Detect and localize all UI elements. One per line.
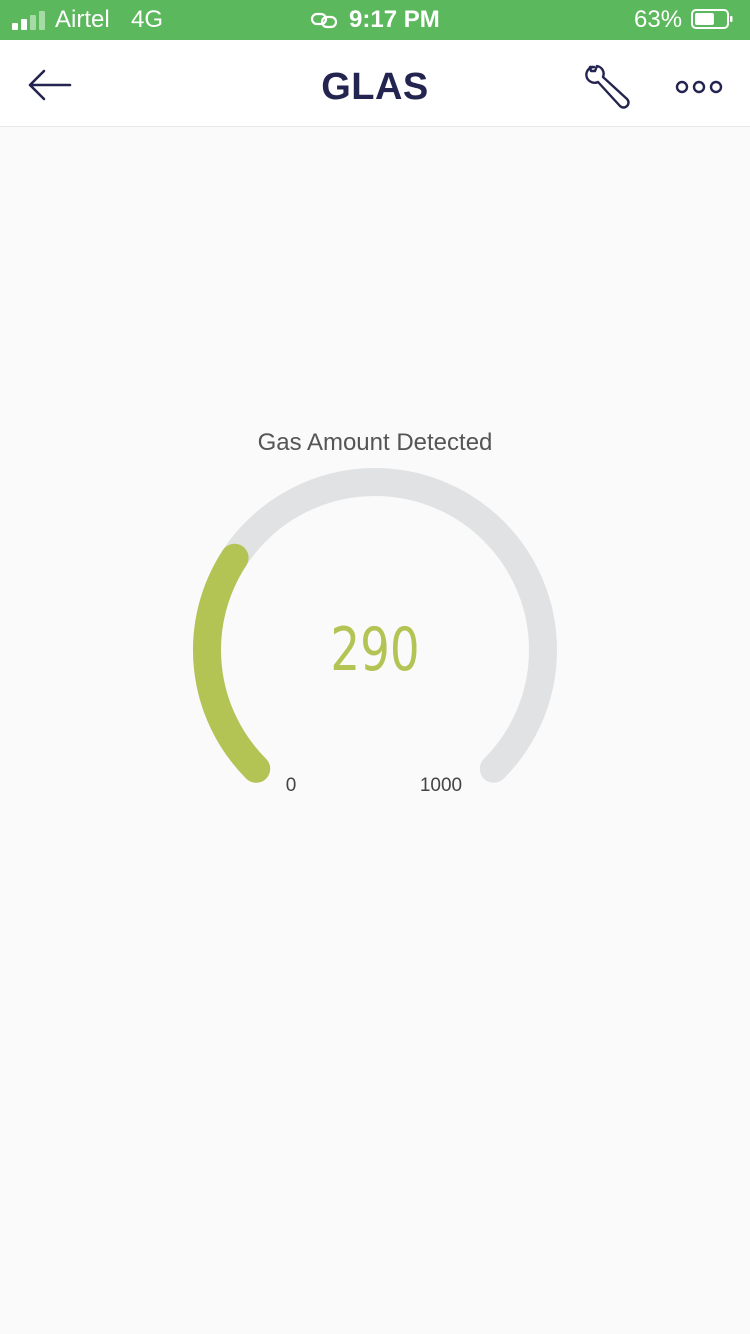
- gauge-value: 290: [330, 615, 420, 685]
- carrier-name: Airtel: [55, 6, 110, 33]
- signal-icon: [12, 10, 48, 30]
- wrench-icon[interactable]: [580, 62, 636, 112]
- battery-percent: 63%: [634, 6, 683, 33]
- status-bar: Airtel 4G 9:17 PM 63%: [0, 0, 750, 40]
- page-title: GLAS: [321, 66, 429, 108]
- gauge-max-label: 1000: [419, 775, 463, 796]
- app-header: GLAS: [0, 40, 750, 127]
- link-icon: [310, 12, 338, 29]
- gauge-min-label: 0: [285, 775, 297, 796]
- battery-icon: [691, 9, 733, 29]
- clock-time: 9:17 PM: [349, 6, 440, 33]
- more-dots-icon[interactable]: [672, 66, 726, 108]
- network-type: 4G: [131, 6, 164, 33]
